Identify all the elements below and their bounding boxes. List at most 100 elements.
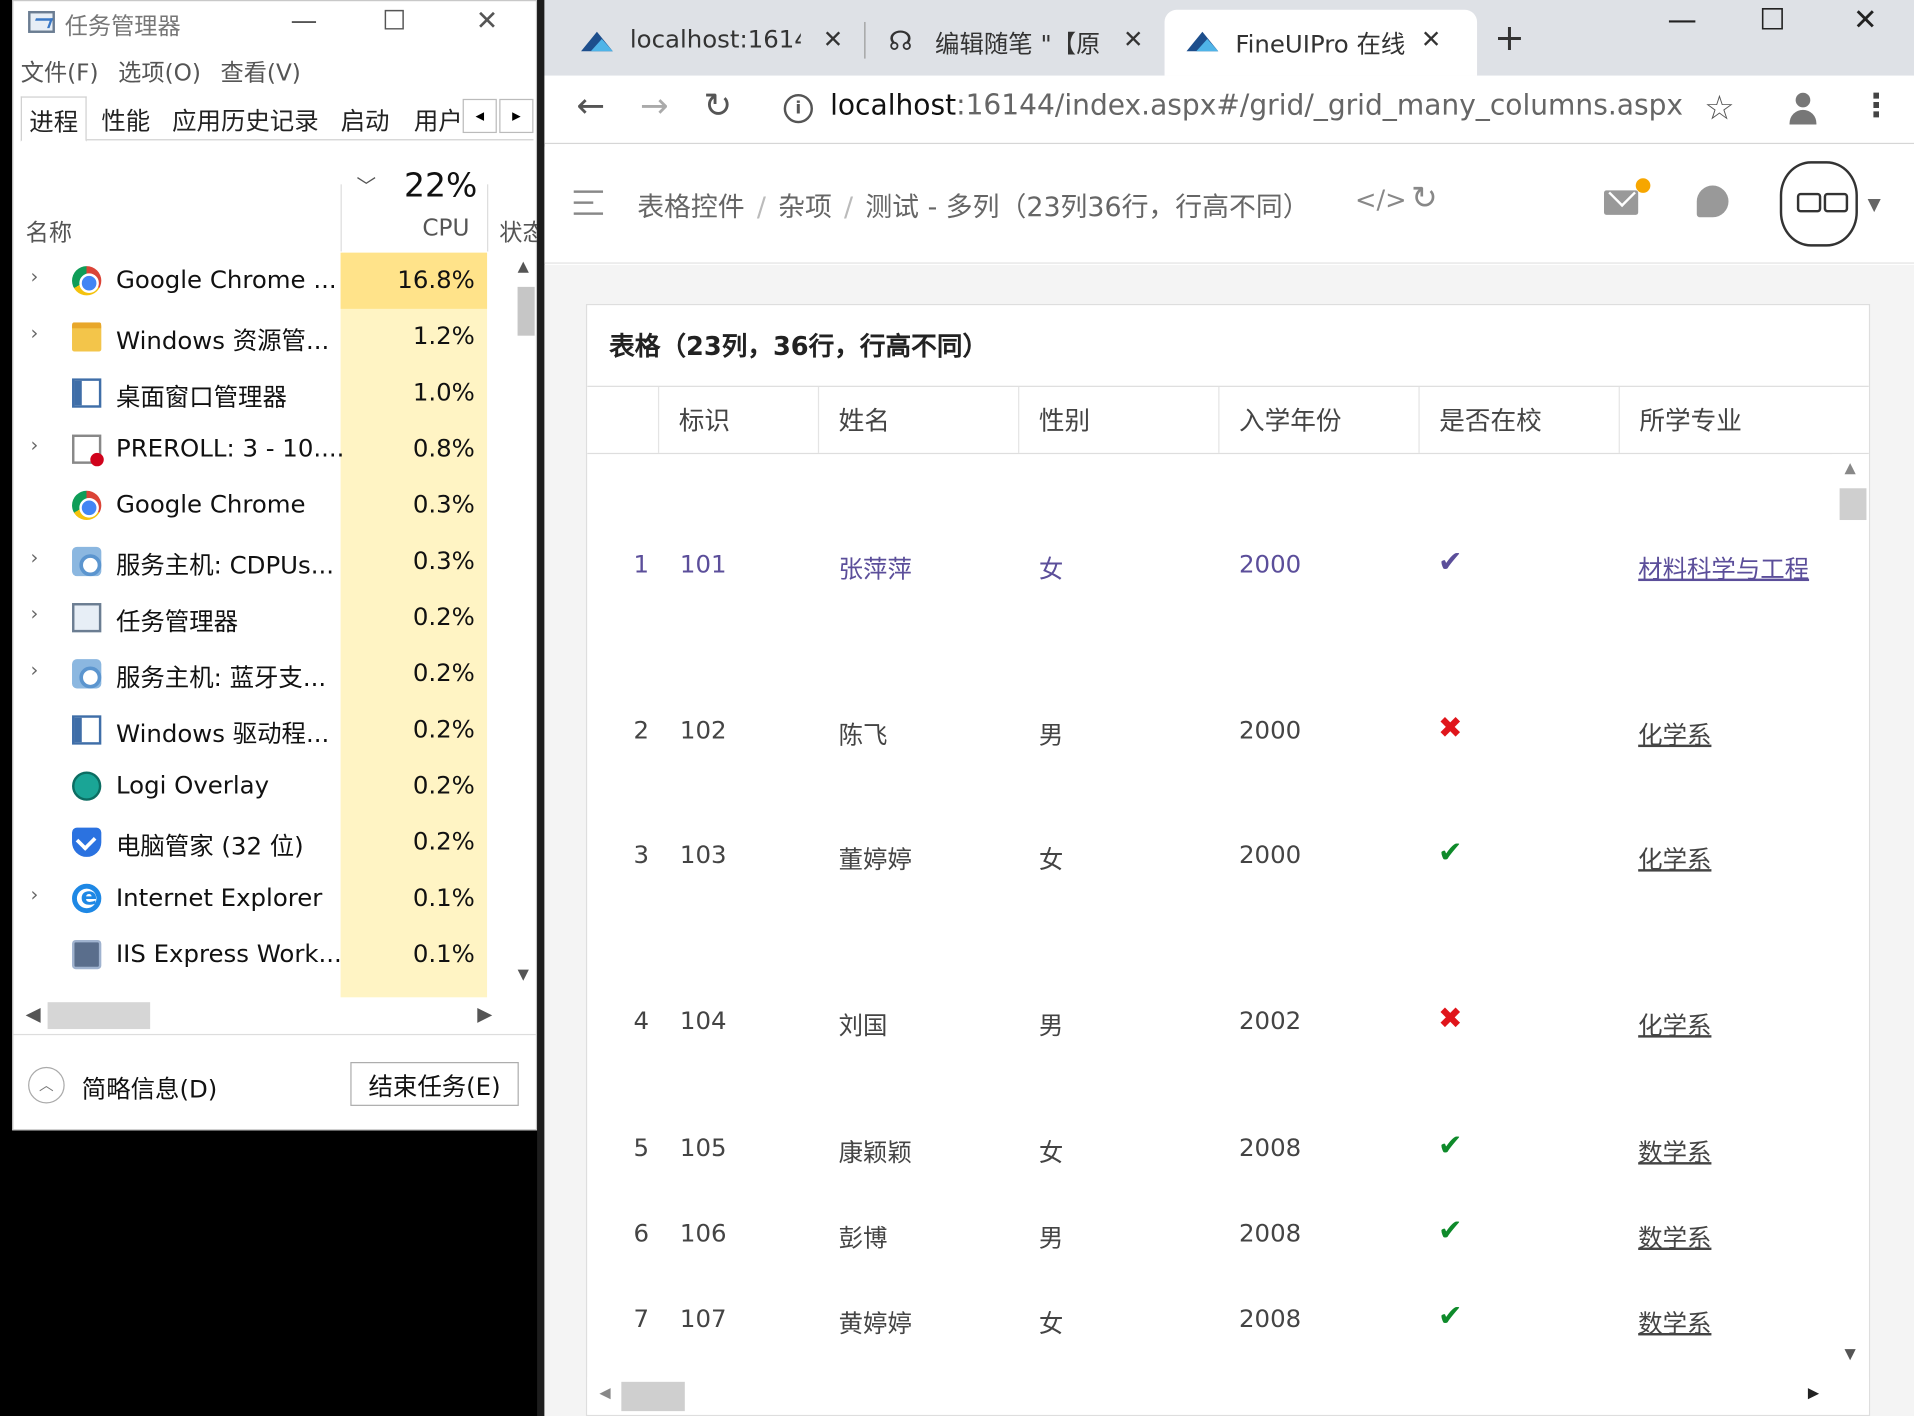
maximize-button[interactable]: ☐	[370, 6, 419, 37]
column-header-name[interactable]: 名称	[26, 215, 72, 248]
reload-button[interactable]: ↻	[693, 85, 742, 125]
tab-close-icon[interactable]: ✕	[1123, 24, 1143, 53]
tab-close-icon[interactable]: ✕	[1421, 24, 1441, 53]
expand-chevron-icon[interactable]: ›	[31, 546, 39, 569]
tab-app-history[interactable]: 应用历史记录	[172, 101, 318, 136]
expand-chevron-icon[interactable]: ›	[31, 321, 39, 344]
tab-scroll-left-icon[interactable]: ◂	[462, 98, 497, 134]
column-header-enrolled[interactable]: 是否在校	[1418, 386, 1618, 453]
grid-vertical-scrollbar[interactable]: ▲ ▼	[1832, 454, 1869, 1407]
profile-icon[interactable]	[1789, 92, 1817, 125]
tab-users[interactable]: 用户	[414, 101, 463, 136]
url-field[interactable]: localhost:16144/index.aspx#/grid/_grid_m…	[830, 90, 1683, 122]
task-manager-titlebar[interactable]: 任务管理器 — ☐ ✕	[13, 1, 535, 47]
forward-button[interactable]: →	[630, 85, 679, 125]
process-row[interactable]: › 服务主机: 蓝牙支... 0.2%	[13, 646, 501, 702]
view-source-icon[interactable]: </>	[1355, 186, 1407, 215]
menu-view[interactable]: 查看(V)	[221, 60, 301, 87]
expand-chevron-icon[interactable]: ›	[31, 658, 39, 681]
refresh-icon[interactable]: ↻	[1411, 181, 1438, 218]
column-header-year[interactable]: 入学年份	[1218, 386, 1418, 453]
scroll-right-icon[interactable]: ▶	[1808, 1384, 1819, 1401]
cell-major-link[interactable]: 数学系	[1638, 1218, 1711, 1253]
maximize-button[interactable]: ☐	[1748, 2, 1797, 36]
chevron-up-icon[interactable]: ︿	[28, 1066, 65, 1104]
tab-startup[interactable]: 启动	[341, 101, 390, 136]
scrollbar-thumb[interactable]	[1839, 488, 1867, 521]
process-row[interactable]: › 任务管理器 0.2%	[13, 590, 501, 646]
tab-performance[interactable]: 性能	[101, 101, 150, 136]
process-row[interactable]: › Windows 资源管... 1.2%	[13, 309, 501, 365]
process-row[interactable]: › 服务主机: CDPUs... 0.3%	[13, 533, 501, 589]
scroll-left-icon[interactable]: ◀	[26, 1002, 41, 1025]
scroll-down-icon[interactable]: ▼	[1844, 1345, 1855, 1362]
back-button[interactable]: ←	[566, 85, 615, 125]
breadcrumb-item[interactable]: 杂项	[778, 193, 832, 224]
process-horizontal-scrollbar[interactable]: ◀ ▶	[13, 1000, 513, 1030]
process-row[interactable]: › Google Chrome ... 16.8%	[13, 253, 501, 309]
process-row[interactable]: IIS Express Work... 0.1%	[13, 927, 501, 983]
theme-icon[interactable]	[1696, 185, 1729, 218]
minimize-button[interactable]: —	[1658, 2, 1707, 36]
cell-major-link[interactable]: 化学系	[1638, 715, 1711, 750]
end-task-button[interactable]: 结束任务(E)	[350, 1062, 519, 1106]
process-vertical-scrollbar[interactable]: ▲ ▼	[514, 253, 536, 998]
column-divider[interactable]	[487, 184, 489, 252]
cell-major-link[interactable]: 数学系	[1638, 1133, 1711, 1168]
process-row[interactable]: › PREROLL: 3 - 10.... 0.8%	[13, 421, 501, 477]
site-info-icon[interactable]: i	[783, 93, 813, 124]
process-row[interactable]: Logi Overlay 0.2%	[13, 758, 501, 814]
scrollbar-thumb[interactable]	[47, 1002, 151, 1030]
browser-menu-icon[interactable]: ⋮	[1860, 88, 1892, 125]
process-row[interactable]: 桌面窗口管理器 1.0%	[13, 365, 501, 421]
column-divider[interactable]	[340, 184, 342, 252]
tab-scroll-right-icon[interactable]: ▸	[499, 98, 534, 134]
mail-icon[interactable]	[1603, 190, 1639, 215]
browser-tab-localhost[interactable]: localhost:1614 ✕	[544, 10, 861, 76]
tab-close-icon[interactable]: ✕	[823, 24, 843, 53]
scrollbar-thumb[interactable]	[621, 1381, 685, 1412]
tab-processes[interactable]: 进程	[20, 96, 87, 142]
scroll-down-icon[interactable]: ▼	[518, 966, 529, 983]
scrollbar-thumb[interactable]	[517, 286, 535, 336]
cell-id: 103	[679, 839, 727, 870]
expand-chevron-icon[interactable]: ›	[31, 602, 39, 625]
browser-tab-fineuipro[interactable]: FineUIPro 在线 ✕	[1164, 9, 1478, 76]
minimize-button[interactable]: —	[280, 6, 329, 37]
cell-major-link[interactable]: 数学系	[1638, 1304, 1711, 1339]
menu-file[interactable]: 文件(F)	[21, 60, 99, 87]
process-row[interactable]: 电脑管家 (32 位) 0.2%	[13, 814, 501, 870]
process-row[interactable]: Google Chrome 0.3%	[13, 477, 501, 533]
menu-toggle-icon[interactable]	[573, 190, 604, 215]
scroll-right-icon[interactable]: ▶	[477, 1002, 492, 1025]
grid-horizontal-scrollbar[interactable]: ◀ ▶	[587, 1376, 1869, 1415]
column-header-major[interactable]: 所学专业	[1618, 386, 1869, 453]
cell-major-link[interactable]: 化学系	[1638, 1006, 1711, 1041]
column-header-id[interactable]: 标识	[657, 386, 818, 453]
cell-major-link[interactable]: 化学系	[1638, 840, 1711, 875]
row-number: 5	[633, 1132, 650, 1163]
expand-chevron-icon[interactable]: ›	[31, 433, 39, 456]
expand-chevron-icon[interactable]: ›	[31, 883, 39, 906]
new-tab-button[interactable]: +	[1494, 17, 1525, 60]
scroll-up-icon[interactable]: ▲	[518, 258, 529, 275]
process-row[interactable]: › Internet Explorer 0.1%	[13, 870, 501, 926]
breadcrumb-item[interactable]: 表格控件	[637, 193, 744, 224]
column-header-gender[interactable]: 性别	[1018, 386, 1218, 453]
avatar[interactable]	[1779, 161, 1858, 247]
scroll-up-icon[interactable]: ▲	[1844, 459, 1855, 476]
browser-tab-blog-editor[interactable]: ☊ 编辑随笔 "【原 ✕	[867, 10, 1160, 76]
column-header-cpu[interactable]: CPU	[422, 215, 469, 242]
process-row[interactable]: Windows 驱动程... 0.2%	[13, 702, 501, 758]
fewer-details-link[interactable]: 简略信息(D)	[82, 1069, 218, 1104]
bookmark-star-icon[interactable]: ☆	[1704, 88, 1735, 128]
close-button[interactable]: ✕	[1841, 2, 1890, 36]
column-header-status[interactable]: 状态	[499, 215, 538, 248]
scroll-left-icon[interactable]: ◀	[599, 1384, 610, 1401]
chevron-down-icon[interactable]: ▼	[1868, 195, 1881, 215]
cell-major-link[interactable]: 材料科学与工程	[1638, 549, 1809, 584]
menu-options[interactable]: 选项(O)	[118, 60, 201, 87]
column-header-name[interactable]: 姓名	[817, 386, 1018, 453]
close-button[interactable]: ✕	[463, 6, 512, 37]
expand-chevron-icon[interactable]: ›	[31, 265, 39, 288]
